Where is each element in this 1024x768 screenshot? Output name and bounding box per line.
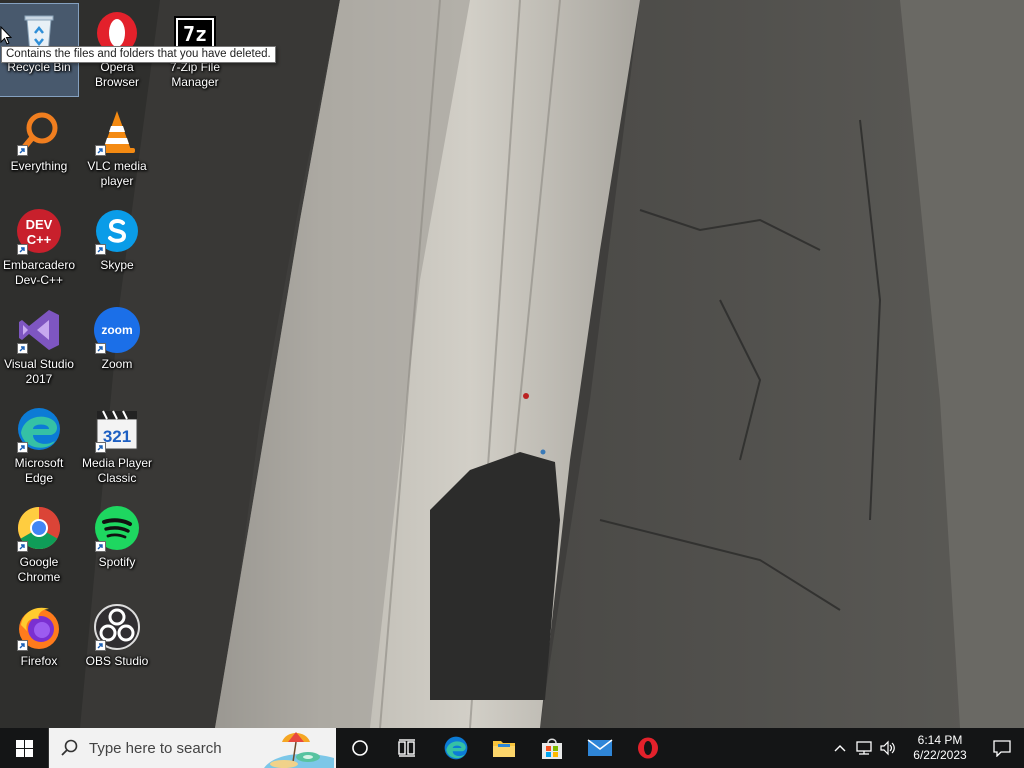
shortcut-arrow-icon xyxy=(95,145,106,156)
shortcut-arrow-icon xyxy=(17,442,28,453)
store-bag-icon xyxy=(542,738,562,759)
devcpp-icon: DEV C++ xyxy=(15,207,63,255)
chevron-up-icon xyxy=(834,745,846,752)
visual-studio-icon xyxy=(15,306,63,354)
clock-date: 6/22/2023 xyxy=(913,748,967,762)
shortcut-arrow-icon xyxy=(17,145,28,156)
opera-icon xyxy=(638,737,658,759)
desktop-icon-label: Firefox xyxy=(20,654,58,668)
taskbar-clock[interactable]: 6:14 PM 6/22/2023 xyxy=(900,733,980,763)
firefox-icon xyxy=(15,603,63,651)
obs-icon xyxy=(93,603,141,651)
shortcut-arrow-icon xyxy=(95,244,106,255)
devcpp-icon-text-bottom: C++ xyxy=(27,232,52,247)
desktop-icon-visual-studio[interactable]: Visual Studio 2017 xyxy=(0,301,78,393)
cortana-button[interactable] xyxy=(336,728,384,768)
desktop-icon-label: Zoom xyxy=(101,357,133,371)
shortcut-arrow-icon xyxy=(95,541,106,552)
desktop-icon-spotify[interactable]: Spotify xyxy=(78,499,156,591)
windows-logo-icon xyxy=(15,739,33,757)
taskbar: Type here to search 6:14 PM 6/22/2023 xyxy=(0,728,1024,768)
zoom-icon-text: zoom xyxy=(101,323,132,337)
task-view-icon xyxy=(398,739,415,757)
desktop-icon-label: Embarcadero Dev-C++ xyxy=(2,258,76,287)
spotify-icon xyxy=(93,504,141,552)
edge-icon xyxy=(444,736,468,760)
desktop-icon-label: OBS Studio xyxy=(85,654,149,668)
devcpp-icon-text-top: DEV xyxy=(26,217,53,232)
search-placeholder: Type here to search xyxy=(89,739,222,757)
desktop-icon-label: Google Chrome xyxy=(17,555,61,584)
everything-search-icon xyxy=(15,108,63,156)
desktop-icon-label: Everything xyxy=(10,159,68,173)
desktop-icon-zoom[interactable]: zoom Zoom xyxy=(78,301,156,393)
desktop-icon-label: Media Player Classic xyxy=(81,456,153,485)
desktop-icon-label: 7-Zip File Manager xyxy=(169,60,220,89)
desktop-icon-everything[interactable]: Everything xyxy=(0,103,78,195)
taskbar-search-box[interactable]: Type here to search xyxy=(48,728,336,768)
skype-icon xyxy=(93,207,141,255)
chrome-icon xyxy=(15,504,63,552)
desktop-icon-media-player-classic[interactable]: 321 Media Player Classic xyxy=(78,400,156,492)
search-icon xyxy=(49,739,89,757)
start-button[interactable] xyxy=(0,728,48,768)
media-player-classic-icon: 321 xyxy=(93,405,141,453)
7zip-icon-text: 7z xyxy=(183,22,207,46)
desktop-icon-skype[interactable]: Skype xyxy=(78,202,156,294)
show-hidden-icons-button[interactable] xyxy=(828,728,852,768)
shortcut-arrow-icon xyxy=(17,244,28,255)
recycle-bin-tooltip: Contains the files and folders that you … xyxy=(1,46,276,63)
desktop-icon-firefox[interactable]: Firefox xyxy=(0,598,78,690)
mail-envelope-icon xyxy=(587,739,613,756)
desktop-icon-label: Skype xyxy=(100,258,134,272)
folder-icon xyxy=(493,741,515,757)
zoom-icon: zoom xyxy=(93,306,141,354)
shortcut-arrow-icon xyxy=(17,343,28,354)
desktop-icon-chrome[interactable]: Google Chrome xyxy=(0,499,78,591)
notification-icon xyxy=(993,740,1011,757)
desktop-icon-label: Opera Browser xyxy=(94,60,139,89)
taskbar-edge[interactable] xyxy=(432,728,480,768)
shortcut-arrow-icon xyxy=(95,442,106,453)
desktop-icon-label: Microsoft Edge xyxy=(14,456,64,485)
network-icon xyxy=(856,741,872,755)
mpc-icon-text: 321 xyxy=(103,427,131,446)
taskbar-opera[interactable] xyxy=(624,728,672,768)
desktop-icon-obs[interactable]: OBS Studio xyxy=(78,598,156,690)
shortcut-arrow-icon xyxy=(95,640,106,651)
shortcut-arrow-icon xyxy=(95,343,106,354)
mouse-cursor-icon xyxy=(0,26,12,45)
taskbar-mail[interactable] xyxy=(576,728,624,768)
clock-time: 6:14 PM xyxy=(917,733,963,747)
taskbar-microsoft-store[interactable] xyxy=(528,728,576,768)
taskbar-file-explorer[interactable] xyxy=(480,728,528,768)
desktop-icon-vlc[interactable]: VLC media player xyxy=(78,103,156,195)
desktop-icon-label: Spotify xyxy=(98,555,136,569)
desktop-icon-label: Visual Studio 2017 xyxy=(4,357,74,386)
desktop-icon-edge[interactable]: Microsoft Edge xyxy=(0,400,78,492)
vlc-icon xyxy=(93,108,141,156)
speaker-icon xyxy=(880,740,895,756)
cortana-circle-icon xyxy=(352,740,368,756)
action-center-button[interactable] xyxy=(980,728,1024,768)
desktop-icon-devcpp[interactable]: DEV C++ Embarcadero Dev-C++ xyxy=(0,202,78,294)
system-tray: 6:14 PM 6/22/2023 xyxy=(828,728,1024,768)
search-highlight-beach-icon xyxy=(264,732,334,768)
network-tray-button[interactable] xyxy=(852,728,876,768)
task-view-button[interactable] xyxy=(384,728,432,768)
shortcut-arrow-icon xyxy=(17,640,28,651)
shortcut-arrow-icon xyxy=(17,541,28,552)
edge-icon xyxy=(15,405,63,453)
volume-tray-button[interactable] xyxy=(876,728,900,768)
desktop-icon-label: VLC media player xyxy=(87,159,147,188)
